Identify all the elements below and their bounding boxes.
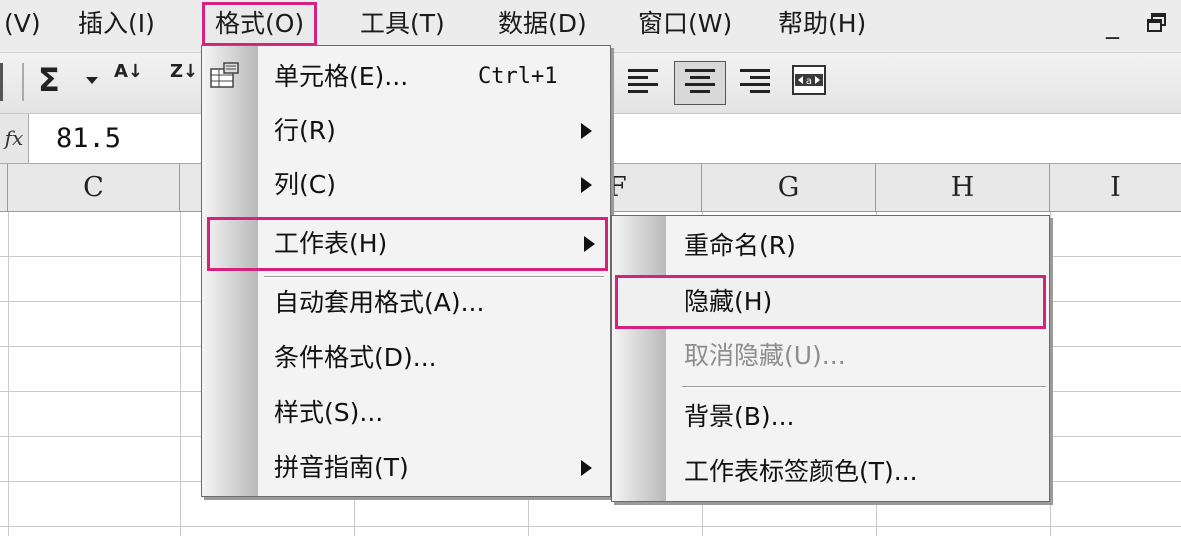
sort-ascending-glyph: A↓ bbox=[114, 61, 144, 82]
submenu-item-hide[interactable]: 隐藏(H) bbox=[615, 275, 1046, 329]
sort-ascending-icon[interactable]: A↓ bbox=[114, 63, 144, 81]
submenu-item-label: 取消隐藏(U)... bbox=[684, 341, 846, 370]
menu-help[interactable]: 帮助(H) bbox=[778, 5, 866, 43]
formula-input[interactable]: 81.5 bbox=[56, 114, 121, 163]
toolbar-edge bbox=[0, 63, 3, 101]
menu-item-label: 拼音指南(T) bbox=[274, 453, 409, 482]
submenu-item-label: 隐藏(H) bbox=[684, 287, 773, 316]
svg-text:a: a bbox=[806, 76, 812, 87]
menu-item-label: 列(C) bbox=[274, 170, 336, 199]
format-cells-icon bbox=[210, 62, 240, 90]
insert-function-button[interactable]: fx bbox=[0, 114, 29, 163]
submenu-separator bbox=[682, 386, 1046, 388]
autosum-dropdown-icon[interactable] bbox=[86, 77, 98, 84]
menu-data[interactable]: 数据(D) bbox=[498, 5, 587, 43]
menu-item-autoformat[interactable]: 自动套用格式(A)... bbox=[202, 276, 610, 330]
column-header-c[interactable]: C bbox=[8, 164, 180, 212]
submenu-item-label: 重命名(R) bbox=[684, 231, 796, 260]
menu-item-shortcut: Ctrl+1 bbox=[478, 64, 558, 89]
column-header-i[interactable]: I bbox=[1050, 164, 1181, 212]
menu-item-label: 工作表(H) bbox=[274, 229, 388, 258]
menu-insert[interactable]: 插入(I) bbox=[78, 5, 155, 43]
menu-tools[interactable]: 工具(T) bbox=[360, 5, 445, 43]
submenu-item-unhide: 取消隐藏(U)... bbox=[612, 329, 1049, 383]
column-header-h[interactable]: H bbox=[876, 164, 1050, 212]
sort-descending-icon[interactable]: Z↓ bbox=[170, 63, 200, 81]
restore-window-icon bbox=[1147, 13, 1166, 32]
align-right-icon[interactable] bbox=[740, 67, 770, 95]
sort-descending-glyph: Z↓ bbox=[170, 61, 199, 82]
menu-item-phonetic-guide[interactable]: 拼音指南(T) bbox=[202, 441, 610, 495]
autosum-icon[interactable]: Σ bbox=[38, 61, 60, 99]
menu-item-label: 单元格(E)... bbox=[274, 62, 409, 91]
menu-item-label: 行(R) bbox=[274, 116, 336, 145]
submenu-arrow-icon bbox=[581, 460, 592, 476]
menu-item-worksheet[interactable]: 工作表(H) bbox=[207, 217, 608, 271]
submenu-arrow-icon bbox=[581, 177, 592, 193]
worksheet-submenu: 重命名(R) 隐藏(H) 取消隐藏(U)... 背景(B)... 工作表标签颜色… bbox=[611, 215, 1050, 502]
menu-item-conditional-format[interactable]: 条件格式(D)... bbox=[202, 331, 610, 385]
column-header-b[interactable] bbox=[0, 164, 8, 212]
column-header-g[interactable]: G bbox=[702, 164, 876, 212]
submenu-arrow-icon bbox=[584, 236, 595, 252]
minimize-icon[interactable]: _ bbox=[1106, 10, 1119, 40]
menu-format[interactable]: 格式(O) bbox=[202, 2, 318, 46]
menu-item-cells[interactable]: 单元格(E)... Ctrl+1 bbox=[202, 50, 610, 104]
menu-item-row[interactable]: 行(R) bbox=[202, 104, 610, 158]
menu-item-label: 样式(S)... bbox=[274, 398, 384, 427]
align-center-icon bbox=[685, 67, 715, 95]
grid-line bbox=[180, 212, 181, 536]
align-left-icon[interactable] bbox=[628, 67, 658, 95]
submenu-arrow-icon bbox=[581, 123, 592, 139]
submenu-item-label: 背景(B)... bbox=[684, 402, 795, 431]
toolbar-separator bbox=[22, 63, 24, 101]
menu-item-label: 条件格式(D)... bbox=[274, 343, 437, 372]
submenu-item-background[interactable]: 背景(B)... bbox=[612, 390, 1049, 444]
menu-item-label: 自动套用格式(A)... bbox=[274, 288, 485, 317]
submenu-item-tab-color[interactable]: 工作表标签颜色(T)... bbox=[612, 445, 1049, 499]
menu-view[interactable]: (V) bbox=[4, 5, 41, 43]
grid-line bbox=[8, 212, 9, 536]
format-menu: 单元格(E)... Ctrl+1 行(R) 列(C) 工作表(H) 自动套用格式… bbox=[201, 45, 611, 497]
merge-center-icon[interactable]: a bbox=[792, 65, 826, 99]
menu-window[interactable]: 窗口(W) bbox=[638, 5, 732, 43]
merge-center-svg: a bbox=[792, 65, 826, 95]
submenu-item-rename[interactable]: 重命名(R) bbox=[612, 219, 1049, 273]
grid-line bbox=[1050, 212, 1051, 536]
submenu-item-label: 工作表标签颜色(T)... bbox=[684, 457, 918, 486]
restore-icon[interactable] bbox=[1146, 12, 1168, 40]
menu-item-column[interactable]: 列(C) bbox=[202, 158, 610, 212]
menu-item-style[interactable]: 样式(S)... bbox=[202, 386, 610, 440]
